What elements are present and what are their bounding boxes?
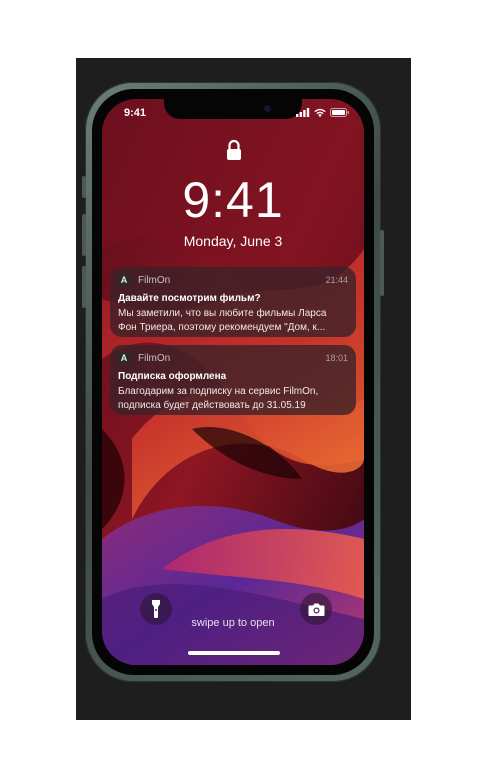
notification-body-line: Мы заметили, что вы любите фильмы Ларса bbox=[118, 308, 327, 319]
front-camera bbox=[264, 105, 271, 112]
notification-title: Подписка оформлена bbox=[118, 371, 227, 382]
lock-screen: 9:41 9:41 Monday, June 3 A FilmOn 21:44 bbox=[102, 99, 364, 665]
status-icons bbox=[296, 108, 350, 117]
cellular-signal-icon bbox=[296, 108, 310, 117]
status-time: 9:41 bbox=[124, 107, 147, 119]
volume-down-button bbox=[82, 266, 86, 308]
notification-card[interactable]: A FilmOn 18:01 Подписка оформлена Благод… bbox=[110, 345, 356, 415]
app-icon: A bbox=[118, 274, 130, 286]
notification-card[interactable]: A FilmOn 21:44 Давайте посмотрим фильм? … bbox=[110, 267, 356, 337]
lock-screen-date: Monday, June 3 bbox=[183, 233, 283, 249]
notification-title: Давайте посмотрим фильм? bbox=[118, 293, 261, 304]
notification-body-line: Благодарим за подписку на сервис FilmOn, bbox=[118, 386, 319, 397]
battery-icon bbox=[330, 108, 349, 117]
notification-body: Благодарим за подписку на сервис FilmOn,… bbox=[118, 385, 350, 413]
notification-body: Мы заметили, что вы любите фильмы Ларса … bbox=[118, 307, 350, 335]
notification-app-name: FilmOn bbox=[138, 274, 171, 286]
lock-screen-clock: 9:41 bbox=[182, 172, 284, 228]
notification-header: A FilmOn 21:44 bbox=[118, 273, 348, 287]
notification-time: 21:44 bbox=[325, 275, 348, 285]
swipe-up-hint: swipe up to open bbox=[191, 617, 275, 629]
mute-switch bbox=[82, 176, 86, 198]
flashlight-icon bbox=[152, 600, 160, 618]
notification-app-name: FilmOn bbox=[138, 352, 171, 364]
power-button bbox=[380, 230, 384, 296]
home-indicator[interactable] bbox=[188, 651, 280, 655]
padlock-icon bbox=[227, 139, 241, 160]
volume-up-button bbox=[82, 214, 86, 256]
notification-time: 18:01 bbox=[325, 353, 348, 363]
notch bbox=[164, 99, 302, 119]
notification-header: A FilmOn 18:01 bbox=[118, 351, 348, 365]
notification-body-line: подписка будет действовать до 31.05.19 bbox=[118, 400, 306, 411]
notification-body-line: Фон Триера, поэтому рекомендуем "Дом, к.… bbox=[118, 322, 326, 333]
app-icon: A bbox=[118, 352, 130, 364]
wifi-icon bbox=[314, 108, 326, 117]
camera-icon bbox=[308, 603, 324, 616]
